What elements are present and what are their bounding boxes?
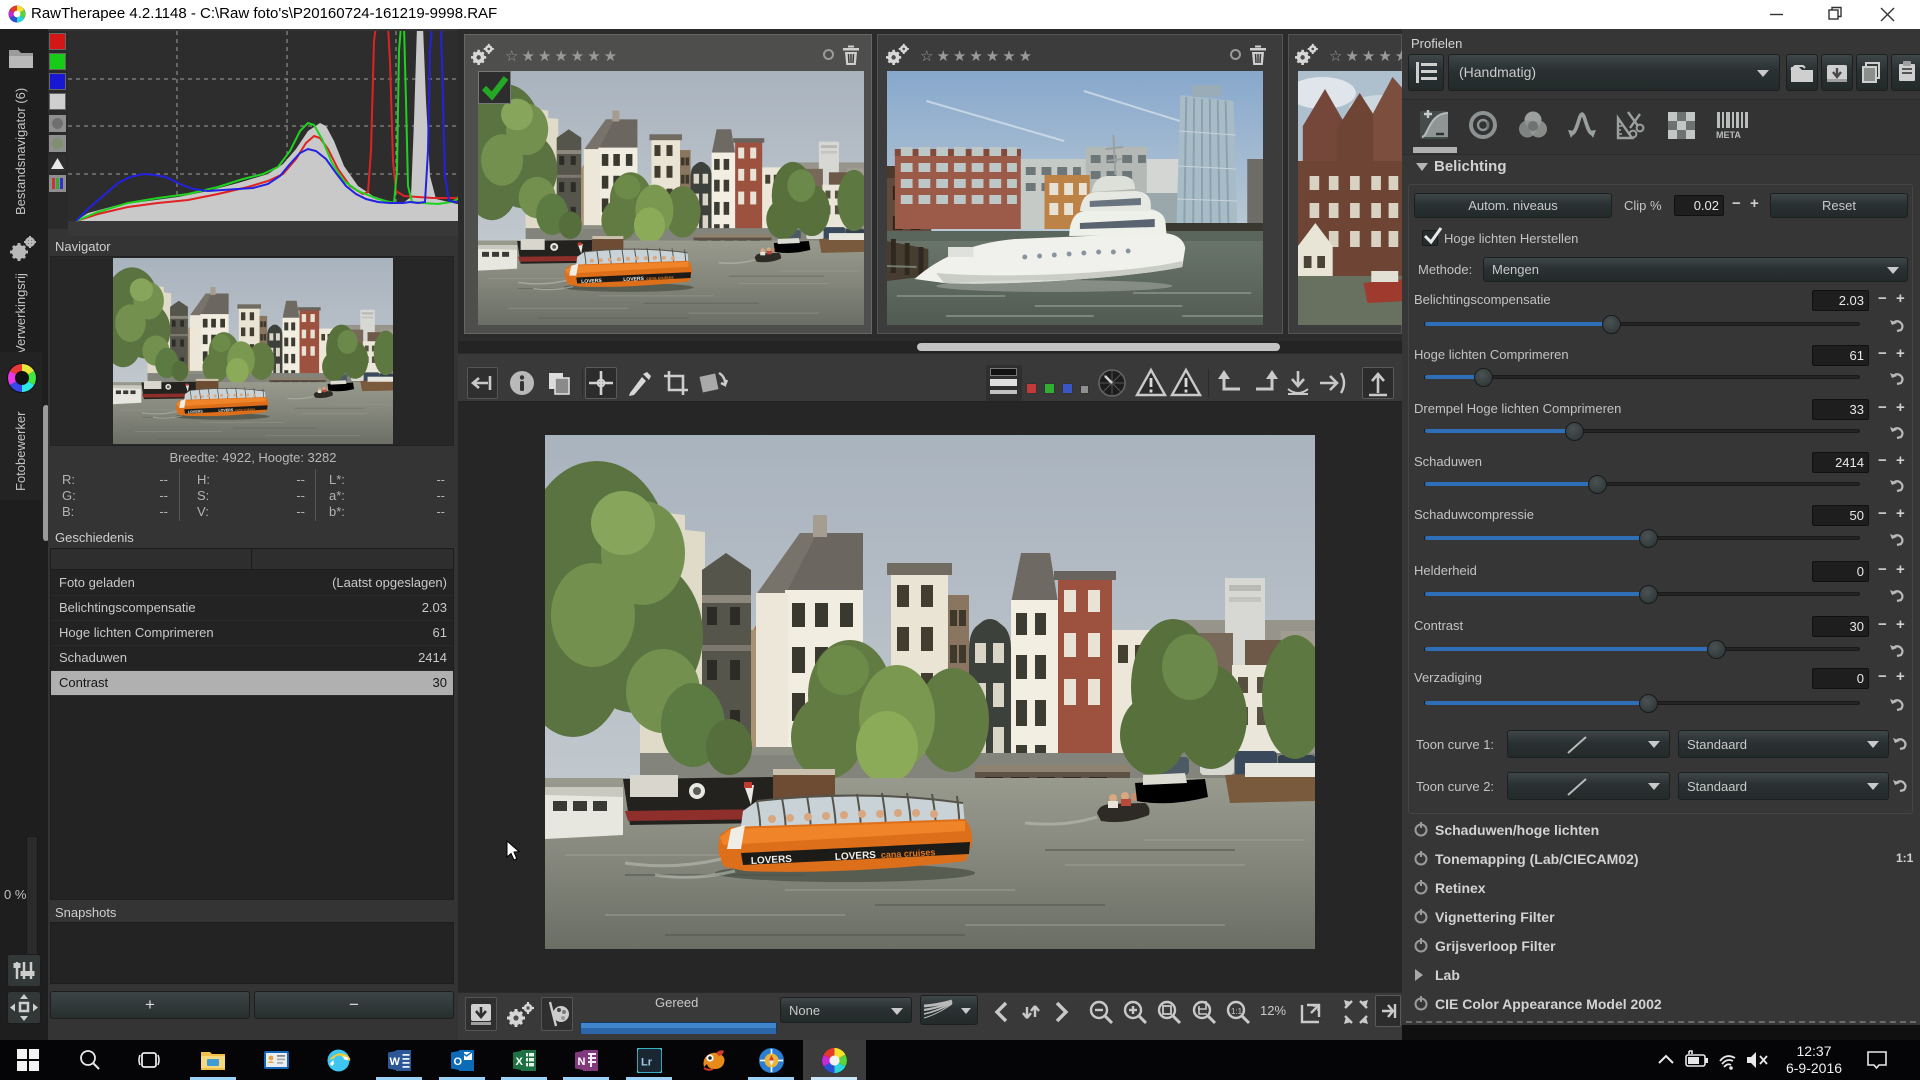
svg-text:N: N [578,1056,586,1068]
svg-text:META: META [1716,130,1741,140]
svg-text:O: O [454,1056,463,1068]
svg-text:X: X [516,1056,524,1068]
svg-text:Lr: Lr [641,1057,653,1069]
svg-text:W: W [390,1056,401,1068]
svg-text:1:1: 1:1 [1231,1007,1243,1016]
